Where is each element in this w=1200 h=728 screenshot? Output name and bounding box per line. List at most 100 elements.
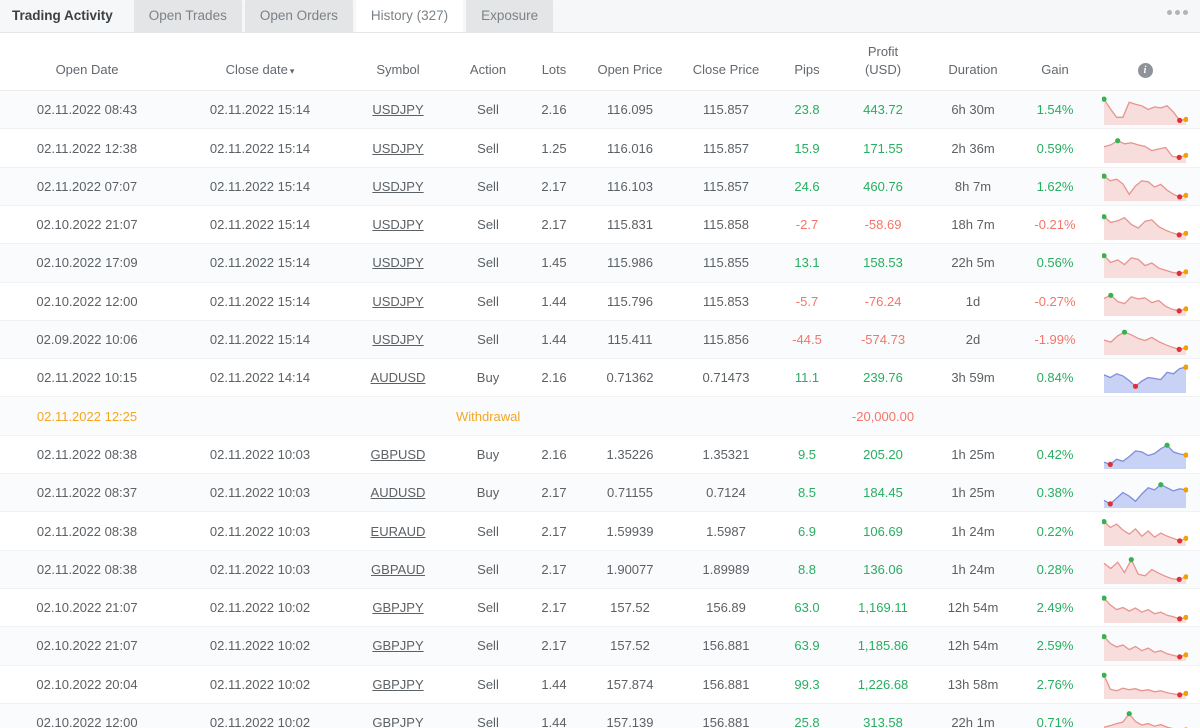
cell-action: Sell bbox=[450, 588, 526, 628]
cell-open-date: 02.10.2022 12:00 bbox=[0, 703, 174, 728]
table-row[interactable]: 02.10.2022 12:00 02.11.2022 10:02 GBPJPY Se… bbox=[0, 703, 1200, 728]
cell-duration: 22h 1m bbox=[926, 703, 1020, 728]
table-row[interactable]: 02.11.2022 08:38 02.11.2022 10:03 EURAUD Se… bbox=[0, 511, 1200, 551]
column-header-open-date[interactable]: Open Date bbox=[0, 33, 174, 92]
cell-close-price: 115.858 bbox=[678, 205, 774, 245]
cell-sparkline bbox=[1090, 396, 1200, 436]
tab-open-orders[interactable]: Open Orders bbox=[244, 0, 353, 32]
table-row[interactable]: 02.10.2022 21:07 02.11.2022 15:14 USDJPY Se… bbox=[0, 205, 1200, 245]
table-row[interactable]: 02.11.2022 08:38 02.11.2022 10:03 GBPAUD Se… bbox=[0, 550, 1200, 589]
cell-lots: 2.16 bbox=[526, 435, 582, 475]
column-header-pips[interactable]: Pips bbox=[774, 33, 840, 92]
table-row[interactable]: 02.09.2022 10:06 02.11.2022 15:14 USDJPY Se… bbox=[0, 320, 1200, 360]
symbol-link[interactable]: AUDUSD bbox=[371, 485, 426, 500]
cell-pips: 11.1 bbox=[774, 358, 840, 398]
symbol-link[interactable]: GBPUSD bbox=[371, 447, 426, 462]
column-header-open-price[interactable]: Open Price bbox=[582, 33, 678, 92]
symbol-link[interactable]: USDJPY bbox=[372, 102, 423, 117]
table-row-withdrawal[interactable]: 02.11.2022 12:25 Withdrawal -20,000.00 bbox=[0, 396, 1200, 436]
cell-profit: 460.76 bbox=[840, 167, 926, 206]
cell-sparkline bbox=[1090, 282, 1200, 321]
symbol-link[interactable]: EURAUD bbox=[371, 524, 426, 539]
table-row[interactable]: 02.10.2022 21:07 02.11.2022 10:02 GBPJPY Se… bbox=[0, 626, 1200, 666]
cell-lots bbox=[526, 396, 582, 436]
cell-action: Sell bbox=[450, 128, 526, 168]
cell-open-date: 02.11.2022 08:38 bbox=[0, 550, 174, 589]
symbol-link[interactable]: GBPJPY bbox=[372, 638, 423, 653]
cell-symbol: USDJPY bbox=[346, 243, 450, 283]
symbol-link[interactable]: GBPJPY bbox=[372, 600, 423, 615]
cell-gain: 0.38% bbox=[1020, 473, 1090, 513]
column-header-duration[interactable]: Duration bbox=[926, 33, 1020, 92]
cell-action: Buy bbox=[450, 358, 526, 398]
table-row[interactable]: 02.10.2022 21:07 02.11.2022 10:02 GBPJPY Se… bbox=[0, 588, 1200, 628]
table-row[interactable]: 02.11.2022 10:15 02.11.2022 14:14 AUDUSD Bu… bbox=[0, 358, 1200, 398]
cell-sparkline bbox=[1090, 550, 1200, 589]
column-header-lots[interactable]: Lots bbox=[526, 33, 582, 92]
column-header-action[interactable]: Action bbox=[450, 33, 526, 92]
cell-open-date: 02.11.2022 08:37 bbox=[0, 473, 174, 513]
overflow-menu-icon[interactable] bbox=[1167, 10, 1188, 15]
cell-open-price: 115.831 bbox=[582, 205, 678, 245]
table-row[interactable]: 02.10.2022 12:00 02.11.2022 15:14 USDJPY Se… bbox=[0, 282, 1200, 321]
cell-sparkline bbox=[1090, 358, 1200, 398]
symbol-link[interactable]: GBPAUD bbox=[371, 562, 425, 577]
column-header-profit[interactable]: Profit (USD) bbox=[840, 33, 926, 92]
cell-action: Buy bbox=[450, 473, 526, 513]
column-header-symbol[interactable]: Symbol bbox=[346, 33, 450, 92]
symbol-link[interactable]: USDJPY bbox=[372, 294, 423, 309]
table-row[interactable]: 02.11.2022 07:07 02.11.2022 15:14 USDJPY Se… bbox=[0, 167, 1200, 206]
cell-duration: 22h 5m bbox=[926, 243, 1020, 283]
tab-history[interactable]: History (327) bbox=[355, 0, 464, 32]
table-row[interactable]: 02.10.2022 17:09 02.11.2022 15:14 USDJPY Se… bbox=[0, 243, 1200, 283]
symbol-link[interactable]: USDJPY bbox=[372, 332, 423, 347]
section-label-trading-activity: Trading Activity bbox=[0, 0, 131, 32]
column-header-close-price[interactable]: Close Price bbox=[678, 33, 774, 92]
cell-duration: 1h 24m bbox=[926, 550, 1020, 589]
cell-open-date: 02.11.2022 08:38 bbox=[0, 511, 174, 551]
cell-action: Withdrawal bbox=[450, 396, 526, 436]
cell-close-date: 02.11.2022 10:02 bbox=[174, 703, 346, 728]
table-row[interactable]: 02.11.2022 08:38 02.11.2022 10:03 GBPUSD Bu… bbox=[0, 435, 1200, 475]
tab-label: Exposure bbox=[481, 8, 539, 23]
cell-symbol: USDJPY bbox=[346, 167, 450, 206]
sort-descending-icon: ▾ bbox=[289, 65, 295, 76]
cell-profit: 158.53 bbox=[840, 243, 926, 283]
cell-close-date: 02.11.2022 10:03 bbox=[174, 550, 346, 589]
table-row[interactable]: 02.11.2022 12:38 02.11.2022 15:14 USDJPY Se… bbox=[0, 128, 1200, 168]
column-header-label: Close date bbox=[225, 61, 288, 77]
symbol-link[interactable]: USDJPY bbox=[372, 255, 423, 270]
cell-duration bbox=[926, 396, 1020, 436]
cell-duration: 18h 7m bbox=[926, 205, 1020, 245]
column-header-close-date[interactable]: Close date ▾ bbox=[174, 33, 346, 92]
symbol-link[interactable]: USDJPY bbox=[372, 217, 423, 232]
cell-pips: 15.9 bbox=[774, 128, 840, 168]
cell-gain: -1.99% bbox=[1020, 320, 1090, 360]
cell-gain: -0.21% bbox=[1020, 205, 1090, 245]
cell-open-date: 02.11.2022 08:43 bbox=[0, 90, 174, 130]
cell-action: Sell bbox=[450, 167, 526, 206]
table-row[interactable]: 02.11.2022 08:43 02.11.2022 15:14 USDJPY Se… bbox=[0, 90, 1200, 130]
symbol-link[interactable]: GBPJPY bbox=[372, 677, 423, 692]
column-header-chart: i bbox=[1090, 33, 1200, 92]
symbol-link[interactable]: GBPJPY bbox=[372, 715, 423, 728]
cell-close-price: 115.856 bbox=[678, 320, 774, 360]
cell-pips bbox=[774, 396, 840, 436]
cell-open-date: 02.11.2022 10:15 bbox=[0, 358, 174, 398]
column-header-gain[interactable]: Gain bbox=[1020, 33, 1090, 92]
cell-profit: 1,169.11 bbox=[840, 588, 926, 628]
info-icon[interactable]: i bbox=[1137, 63, 1153, 79]
symbol-link[interactable]: AUDUSD bbox=[371, 370, 426, 385]
table-row[interactable]: 02.10.2022 20:04 02.11.2022 10:02 GBPJPY Se… bbox=[0, 665, 1200, 704]
symbol-link[interactable]: USDJPY bbox=[372, 141, 423, 156]
cell-action: Sell bbox=[450, 626, 526, 666]
tab-exposure[interactable]: Exposure bbox=[466, 0, 554, 32]
table-row[interactable]: 02.11.2022 08:37 02.11.2022 10:03 AUDUSD Bu… bbox=[0, 473, 1200, 513]
cell-symbol: GBPAUD bbox=[346, 550, 450, 589]
tab-open-trades[interactable]: Open Trades bbox=[133, 0, 242, 32]
symbol-link[interactable]: USDJPY bbox=[372, 179, 423, 194]
cell-close-date: 02.11.2022 10:03 bbox=[174, 473, 346, 513]
cell-lots: 1.44 bbox=[526, 703, 582, 728]
cell-symbol: AUDUSD bbox=[346, 473, 450, 513]
cell-open-price: 157.52 bbox=[582, 626, 678, 666]
